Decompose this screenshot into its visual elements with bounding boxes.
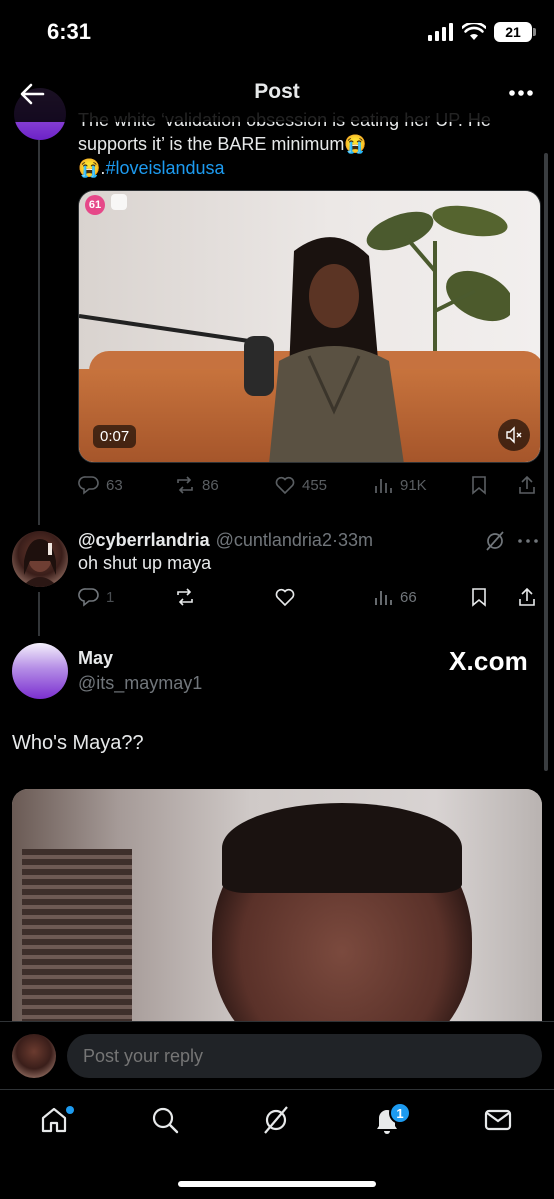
share-icon — [519, 587, 535, 606]
window-blinds-image — [22, 849, 132, 1029]
repost-button[interactable]: 86 — [174, 474, 219, 496]
repost-icon — [177, 588, 193, 606]
views-icon — [375, 591, 392, 605]
mail-icon — [484, 1109, 512, 1131]
mute-button[interactable] — [498, 419, 530, 451]
hair-image — [222, 803, 462, 893]
crying-emoji-icon: 😭 — [78, 158, 101, 178]
video-logo-icon — [111, 194, 127, 210]
author-handle: @its_maymay1 — [78, 673, 203, 693]
bookmark-button[interactable] — [468, 474, 490, 496]
bookmark-icon — [472, 476, 486, 495]
tab-search[interactable] — [149, 1104, 185, 1140]
tab-home[interactable] — [38, 1104, 74, 1140]
scrollbar[interactable] — [544, 153, 548, 771]
signal-icon — [428, 23, 453, 41]
video-badge: 61 — [85, 195, 105, 215]
tab-bar: 1 — [0, 1089, 554, 1199]
header: Post — [0, 66, 554, 122]
reply-count: 63 — [106, 476, 123, 494]
status-icons: 21 — [428, 22, 536, 42]
compose-bar — [0, 1021, 554, 1089]
reply-icon — [78, 476, 99, 495]
more-options-icon[interactable] — [506, 78, 536, 108]
unread-dot — [66, 1106, 74, 1114]
post-text: Who's Maya?? — [12, 732, 144, 754]
heart-icon — [275, 476, 295, 495]
video-player[interactable]: 61 0:07 — [78, 190, 541, 463]
battery-icon: 21 — [494, 22, 536, 42]
author-name[interactable]: May — [78, 648, 113, 669]
reply-author-handle: @cuntlandria2·33m — [215, 530, 373, 550]
views-count: 91K — [400, 476, 427, 494]
xcom-watermark: X.com — [448, 646, 528, 676]
bookmark-icon — [472, 588, 486, 607]
views-button[interactable]: 66 — [372, 586, 417, 608]
tab-messages[interactable] — [482, 1104, 518, 1140]
tab-grok[interactable] — [260, 1104, 296, 1140]
avatar[interactable] — [12, 643, 68, 699]
video-player[interactable] — [12, 789, 542, 1029]
status-time: 6:31 — [47, 19, 92, 44]
like-button[interactable]: 455 — [274, 474, 327, 496]
search-icon — [152, 1107, 179, 1134]
share-button[interactable] — [516, 474, 538, 496]
share-icon — [519, 475, 535, 494]
bookmark-button[interactable] — [468, 586, 490, 608]
grok-icon — [264, 1106, 288, 1134]
thread-line — [38, 592, 40, 636]
reply-text: oh shut up maya — [78, 553, 212, 573]
like-button[interactable] — [274, 586, 296, 608]
repost-count: 86 — [202, 476, 219, 494]
reply-header: @cyberrlandria @cuntlandria2·33m — [78, 528, 538, 552]
notification-badge: 1 — [389, 1102, 411, 1124]
reply-author-name[interactable]: @cyberrlandria — [78, 528, 210, 552]
share-button[interactable] — [516, 586, 538, 608]
crying-emoji-icon: 😭 — [344, 134, 367, 154]
reply-icon — [78, 588, 99, 607]
reply-input[interactable] — [67, 1034, 542, 1078]
page-title: Post — [254, 80, 300, 103]
tab-notifications[interactable]: 1 — [371, 1102, 411, 1140]
avatar — [12, 1034, 56, 1078]
status-bar: 6:31 21 — [0, 0, 554, 66]
grok-icon[interactable] — [484, 530, 506, 552]
wifi-icon — [462, 23, 486, 40]
thread-line — [38, 140, 40, 525]
tweet-actions: 63 86 455 91K — [78, 474, 540, 498]
views-button[interactable]: 91K — [372, 474, 427, 496]
views-icon — [375, 479, 392, 493]
views-count: 66 — [400, 588, 417, 606]
reply-count: 1 — [106, 588, 115, 606]
avatar[interactable] — [12, 531, 68, 587]
reply-button[interactable]: 63 — [78, 474, 123, 496]
video-duration: 0:07 — [93, 425, 137, 448]
speaker-muted-icon — [506, 426, 522, 444]
more-options-icon[interactable] — [516, 530, 540, 552]
heart-icon — [275, 588, 295, 607]
repost-button[interactable] — [174, 586, 196, 608]
reply-actions: 1 66 — [78, 586, 540, 610]
hashtag-link[interactable]: #loveislandusa — [105, 158, 224, 178]
home-indicator[interactable] — [178, 1181, 376, 1187]
microphone-image — [79, 314, 274, 396]
repost-icon — [177, 476, 193, 494]
avatar-photo — [22, 539, 58, 587]
like-count: 455 — [302, 476, 328, 494]
reply-button[interactable]: 1 — [78, 586, 114, 608]
